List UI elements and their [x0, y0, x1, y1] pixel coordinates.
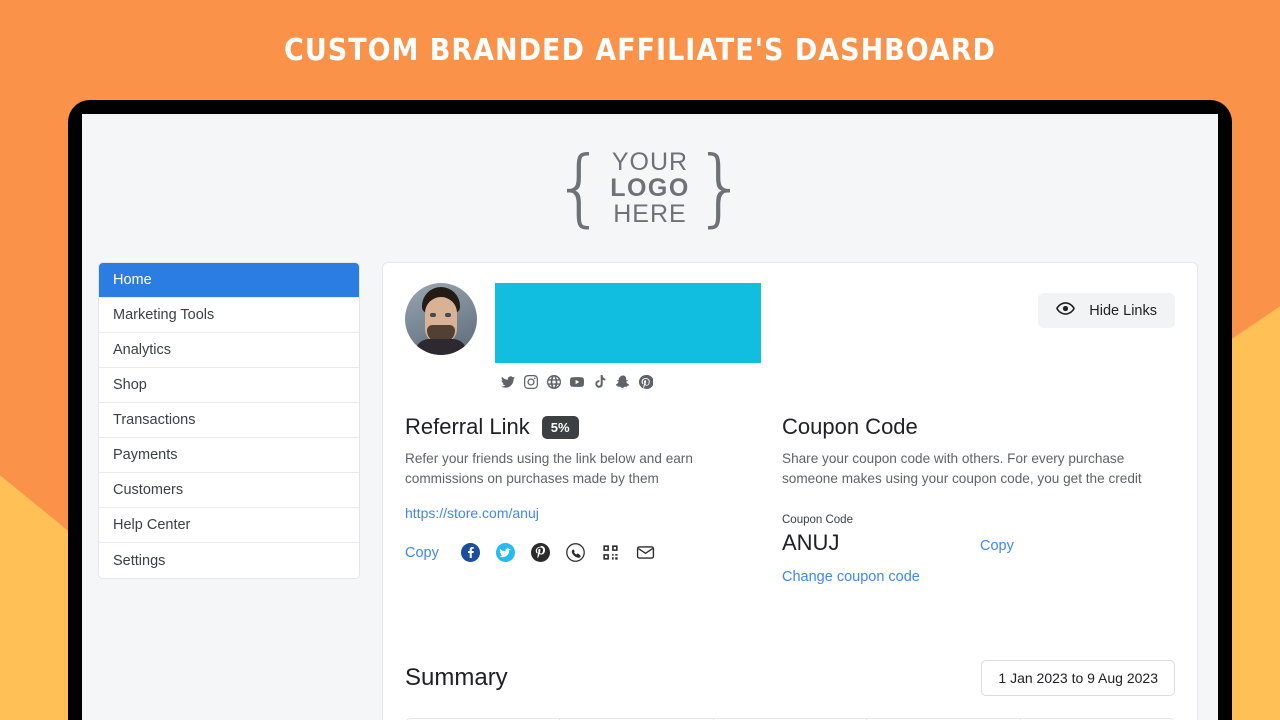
profile-banner-image: [495, 283, 761, 363]
sidebar-item-label: Customers: [113, 482, 184, 498]
sidebar-item-label: Help Center: [113, 517, 191, 533]
dashboard-card: Hide Links Referral Link 5% Refer your f…: [382, 262, 1198, 720]
sidebar-item-label: Home: [113, 272, 152, 288]
device-frame: { YOUR LOGO HERE } Home Marketing Tools An…: [68, 100, 1232, 720]
sidebar-item-transactions[interactable]: Transactions: [99, 403, 359, 438]
youtube-icon[interactable]: [570, 375, 584, 394]
sidebar-item-shop[interactable]: Shop: [99, 368, 359, 403]
social-links-row: [501, 374, 1175, 394]
eye-icon: [1056, 302, 1076, 319]
referral-title: Referral Link: [405, 414, 530, 439]
main-content: Hide Links Referral Link 5% Refer your f…: [382, 262, 1198, 720]
twitter-icon[interactable]: [495, 543, 515, 563]
change-coupon-code-link[interactable]: Change coupon code: [782, 569, 920, 585]
referral-description: Refer your friends using the link below …: [405, 451, 693, 486]
coupon-code-value: ANUJ: [782, 530, 840, 556]
hide-links-button[interactable]: Hide Links: [1038, 293, 1175, 328]
coupon-value-row: ANUJ Copy: [782, 530, 1174, 556]
brand-logo: { YOUR LOGO HERE }: [552, 138, 748, 237]
referral-actions: Copy: [405, 543, 740, 563]
logo-line-2: LOGO: [610, 174, 690, 202]
profile-row: Hide Links: [405, 283, 1175, 363]
coupon-title: Coupon Code: [782, 414, 918, 439]
coupon-description: Share your coupon code with others. For …: [782, 451, 1142, 486]
summary-title: Summary: [405, 664, 508, 692]
pinterest-icon[interactable]: [638, 374, 654, 394]
referral-heading-row: Referral Link 5%: [405, 414, 740, 440]
sidebar-item-payments[interactable]: Payments: [99, 438, 359, 473]
page-title: Custom Branded Affiliate's Dashboard: [284, 32, 996, 68]
logo-area: { YOUR LOGO HERE }: [82, 114, 1218, 262]
globe-icon[interactable]: [547, 375, 561, 394]
summary-header: Summary 1 Jan 2023 to 9 Aug 2023: [405, 660, 1175, 697]
banner-header: Custom Branded Affiliate's Dashboard: [0, 0, 1280, 100]
copy-referral-link-button[interactable]: Copy: [405, 545, 439, 561]
logo-line-3: HERE: [613, 200, 687, 228]
sidebar: Home Marketing Tools Analytics Shop Transact…: [98, 262, 360, 720]
whatsapp-icon[interactable]: [566, 543, 585, 563]
sidebar-item-marketing-tools[interactable]: Marketing Tools: [99, 298, 359, 333]
instagram-icon[interactable]: [524, 375, 538, 394]
logo-text: YOUR LOGO HERE: [610, 149, 690, 227]
body-wrapper: Home Marketing Tools Analytics Shop Transact…: [82, 262, 1218, 720]
sidebar-item-label: Settings: [113, 552, 166, 569]
coupon-field-label: Coupon Code: [782, 514, 853, 527]
snapchat-icon[interactable]: [615, 375, 630, 394]
pinterest-icon[interactable]: [530, 543, 550, 563]
hide-links-label: Hide Links: [1089, 302, 1157, 319]
brace-right-icon: }: [693, 138, 748, 237]
avatar: [405, 283, 477, 355]
tiktok-icon[interactable]: [593, 375, 607, 394]
screen: { YOUR LOGO HERE } Home Marketing Tools An…: [82, 114, 1218, 720]
sidebar-item-label: Marketing Tools: [113, 307, 215, 323]
sidebar-item-settings[interactable]: Settings: [99, 543, 359, 578]
referral-link[interactable]: https://store.com/anuj: [405, 505, 740, 521]
twitter-icon[interactable]: [501, 375, 515, 394]
sidebar-item-label: Transactions: [113, 412, 196, 428]
content-columns: Referral Link 5% Refer your friends usin…: [405, 414, 1175, 586]
facebook-icon[interactable]: [460, 543, 480, 563]
date-range-picker[interactable]: 1 Jan 2023 to 9 Aug 2023: [981, 660, 1175, 697]
sidebar-item-label: Analytics: [113, 342, 172, 358]
copy-coupon-button[interactable]: Copy: [980, 538, 1014, 554]
sidebar-item-label: Shop: [113, 377, 147, 393]
email-icon[interactable]: [636, 543, 655, 562]
sidebar-nav: Home Marketing Tools Analytics Shop Transact…: [98, 262, 360, 579]
qr-code-icon[interactable]: [601, 543, 620, 562]
logo-line-1: YOUR: [611, 148, 689, 176]
coupon-section: Coupon Code Share your coupon code with …: [782, 414, 1174, 586]
sidebar-item-label: Payments: [113, 447, 178, 463]
sidebar-item-home[interactable]: Home: [99, 263, 359, 298]
referral-section: Referral Link 5% Refer your friends usin…: [405, 414, 740, 586]
sidebar-item-analytics[interactable]: Analytics: [99, 333, 359, 368]
sidebar-item-customers[interactable]: Customers: [99, 473, 359, 508]
commission-badge: 5%: [541, 415, 579, 439]
brace-left-icon: {: [552, 138, 607, 237]
sidebar-item-help-center[interactable]: Help Center: [99, 508, 359, 543]
